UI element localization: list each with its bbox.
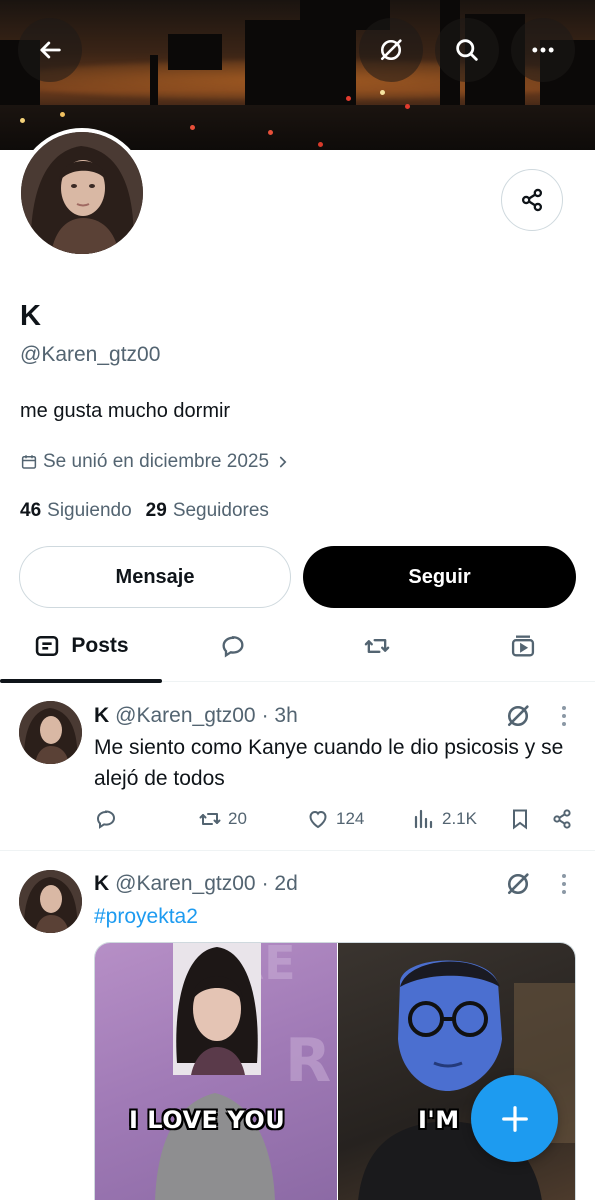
plus-icon: [501, 1105, 528, 1132]
tweet-header: K @Karen_gtz00 · 2d: [94, 872, 298, 896]
tab-posts[interactable]: Posts: [0, 610, 162, 683]
message-button[interactable]: Mensaje: [19, 546, 291, 608]
joined-date[interactable]: Se unió en diciembre 2025: [20, 451, 292, 473]
following-link[interactable]: 46 Siguiendo: [20, 500, 132, 522]
follow-counts: 46 Siguiendo 29 Seguidores: [20, 500, 269, 522]
search-icon: [456, 39, 478, 61]
share-icon: [521, 188, 543, 212]
profile-handle: @Karen_gtz00: [20, 343, 161, 366]
profile-bio: me gusta mucho dormir: [20, 400, 231, 422]
tweet-actions: 20 124 2.1K: [94, 807, 584, 837]
tweet[interactable]: K @Karen_gtz00 · 3h Me siento como Kanye…: [0, 683, 595, 849]
tab-videos[interactable]: [450, 610, 595, 682]
more-vertical-icon[interactable]: [552, 702, 576, 730]
tweet-time[interactable]: · 3h: [262, 704, 298, 728]
follow-button[interactable]: Seguir: [303, 546, 576, 608]
grok-button[interactable]: [359, 18, 423, 82]
avatar-photo: [19, 870, 82, 933]
tweet-avatar[interactable]: [19, 870, 82, 933]
svg-text:R: R: [285, 1026, 331, 1096]
avatar-photo: [19, 701, 82, 764]
repost-button[interactable]: 20: [198, 807, 247, 831]
share-icon: [553, 809, 571, 829]
compose-button[interactable]: [471, 1075, 558, 1162]
replies-icon: [222, 636, 244, 658]
following-label: Siguiendo: [47, 500, 132, 521]
profile-tabs: Posts: [0, 610, 595, 683]
tweet-time[interactable]: · 2d: [262, 872, 298, 896]
bookmark-button[interactable]: [508, 807, 532, 831]
tweet-media[interactable]: GRE R I LOVE YOU I'M: [94, 942, 576, 1200]
following-count: 46: [20, 500, 42, 521]
views-icon: [414, 809, 433, 829]
followers-link[interactable]: 29 Seguidores: [146, 500, 269, 522]
heart-icon: [309, 810, 327, 829]
posts-icon: [36, 635, 59, 657]
like-count: 124: [336, 809, 365, 828]
tab-reposts[interactable]: [304, 610, 450, 682]
tweet-author-name[interactable]: K: [94, 872, 109, 896]
tweet-text: Me siento como Kanye cuando le dio psico…: [94, 736, 564, 790]
videos-icon: [511, 635, 534, 657]
avatar-photo: [21, 132, 143, 254]
tweet-header: K @Karen_gtz00 · 3h: [94, 704, 298, 728]
profile-name: K: [20, 300, 41, 332]
reposts-icon: [364, 639, 390, 653]
tweet-hashtag[interactable]: #proyekta2: [94, 901, 579, 932]
followers-label: Seguidores: [172, 500, 269, 521]
chevron-right-icon: [279, 456, 287, 468]
more-horizontal-icon: [532, 47, 554, 53]
views-button[interactable]: 2.1K: [412, 807, 477, 831]
media-caption-right: I'M: [418, 1106, 460, 1134]
media-photo: GRE R: [155, 943, 331, 1200]
grok-icon: [380, 39, 402, 61]
tweet-author-name[interactable]: K: [94, 704, 109, 728]
more-button[interactable]: [511, 18, 575, 82]
bookmark-icon: [513, 809, 527, 830]
media-caption-left: I LOVE YOU: [129, 1106, 286, 1134]
back-button[interactable]: [18, 18, 82, 82]
repost-icon: [199, 813, 221, 825]
views-count: 2.1K: [442, 809, 477, 828]
share-button[interactable]: [550, 807, 574, 831]
media-photo: [358, 960, 575, 1200]
reply-icon: [96, 810, 116, 829]
followers-count: 29: [145, 500, 167, 521]
media-image-left[interactable]: GRE R I LOVE YOU: [95, 943, 337, 1200]
arrow-left-icon: [40, 41, 61, 59]
tweet-author-handle[interactable]: @Karen_gtz00: [115, 872, 255, 896]
tweet-author-handle[interactable]: @Karen_gtz00: [115, 704, 255, 728]
profile-avatar[interactable]: [17, 128, 147, 258]
repost-count: 20: [228, 809, 247, 828]
calendar-icon: [21, 455, 37, 469]
search-button[interactable]: [435, 18, 499, 82]
share-profile-button[interactable]: [501, 169, 563, 231]
tab-replies[interactable]: [162, 610, 304, 682]
tab-posts-label: Posts: [71, 634, 129, 657]
more-vertical-icon[interactable]: [552, 870, 576, 898]
joined-text: Se unió en diciembre 2025: [43, 451, 270, 472]
grok-icon[interactable]: [504, 702, 532, 730]
grok-icon[interactable]: [504, 870, 532, 898]
media-image-right[interactable]: I'M: [338, 943, 575, 1200]
like-button[interactable]: 124: [306, 807, 364, 831]
reply-button[interactable]: [94, 807, 118, 831]
tweet-avatar[interactable]: [19, 701, 82, 764]
